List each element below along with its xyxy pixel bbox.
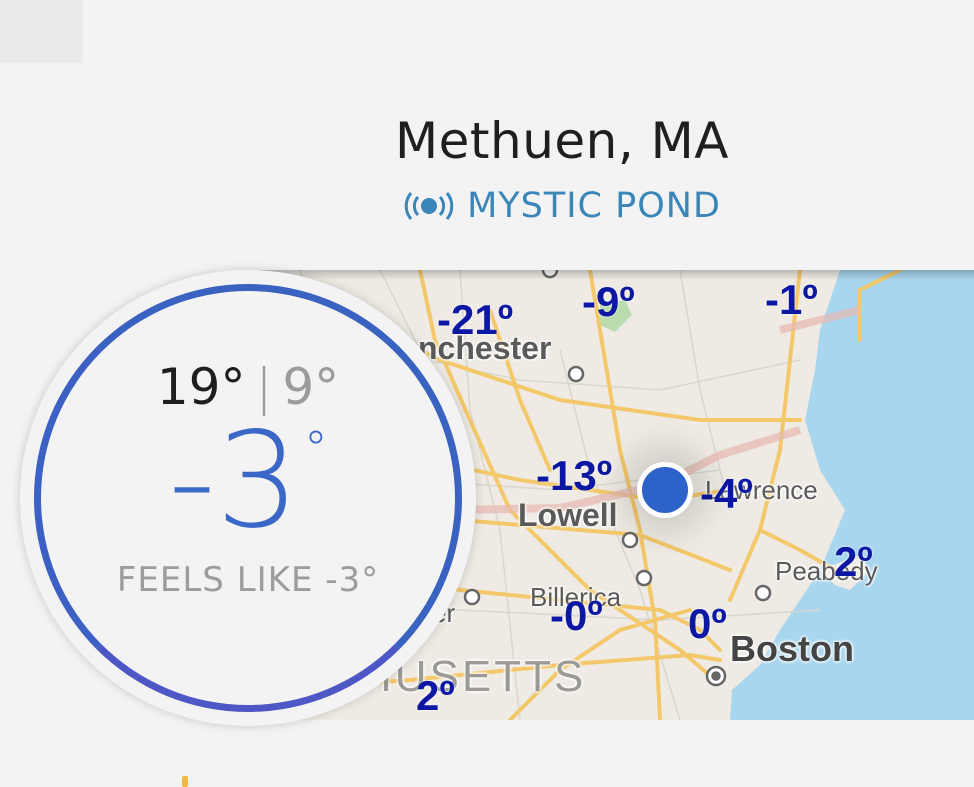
current-temp: -3° xyxy=(20,415,476,547)
temperature-dial[interactable]: 19° | 9° -3° FEELS LIKE -3° xyxy=(20,270,476,726)
map-temp: -1º xyxy=(765,276,818,323)
station-link[interactable]: MYSTIC POND xyxy=(0,186,974,226)
map-temp: -4º xyxy=(700,470,753,517)
map-temp: 2º xyxy=(416,672,455,719)
map-label-boston: Boston xyxy=(730,628,854,669)
map-temp: -9º xyxy=(582,278,635,325)
map-temp: 2º xyxy=(834,538,873,585)
location-title: Methuen, MA xyxy=(395,112,729,170)
map-temp: -0º xyxy=(550,592,603,639)
current-temp-value: -3 xyxy=(168,404,300,558)
degree-symbol: ° xyxy=(303,421,328,477)
map-temp: -13º xyxy=(536,452,613,499)
map-temp: -21º xyxy=(437,296,514,343)
broadcast-signal-icon xyxy=(403,191,455,221)
map-temp: 0º xyxy=(688,600,727,647)
station-name: MYSTIC POND xyxy=(467,186,721,226)
map-label-lowell: Lowell xyxy=(518,497,618,533)
feels-like: FEELS LIKE -3° xyxy=(116,560,380,600)
current-location-marker xyxy=(637,462,693,518)
back-button[interactable] xyxy=(0,0,83,63)
sun-icon xyxy=(182,776,188,787)
